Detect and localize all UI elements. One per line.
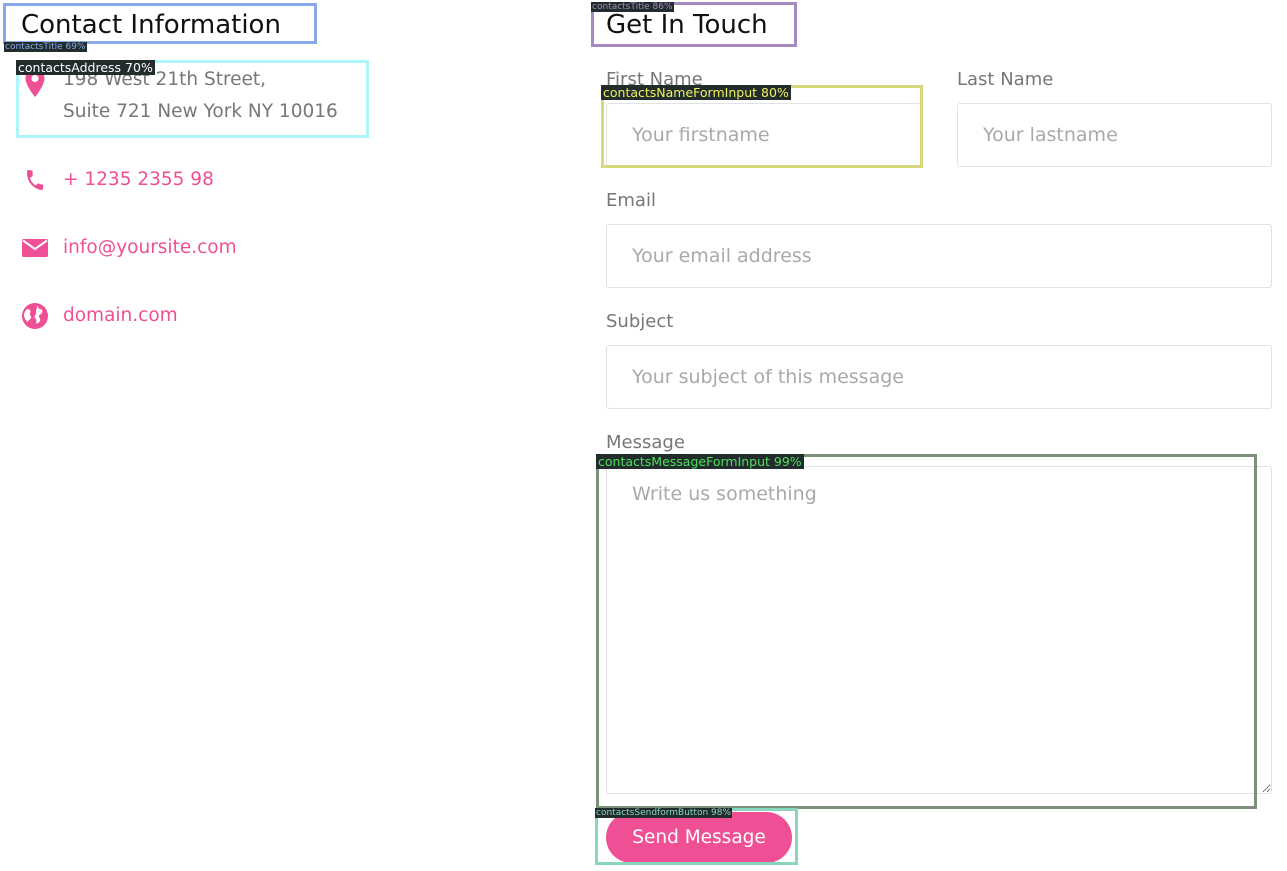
last-name-label: Last Name	[957, 69, 1054, 90]
send-message-button[interactable]: Send Message	[606, 812, 792, 863]
contact-website-row	[18, 299, 52, 333]
envelope-icon	[18, 231, 52, 265]
globe-icon	[18, 299, 52, 333]
contact-phone-row	[18, 163, 52, 197]
address-line-2: Suite 721 New York NY 10016	[63, 101, 338, 122]
detection-tag-name-input: contactsNameFormInput 80%	[601, 85, 791, 100]
phone-icon	[18, 163, 52, 197]
form-title: Get In Touch	[606, 10, 768, 40]
email-link[interactable]: info@yoursite.com	[63, 232, 237, 264]
subject-label: Subject	[606, 311, 674, 332]
detection-tag-send-button: contactsSendformButton 98%	[595, 808, 733, 818]
message-label: Message	[606, 432, 685, 453]
detection-tag-message-input: contactsMessageFormInput 99%	[596, 454, 804, 469]
website-link[interactable]: domain.com	[63, 300, 178, 332]
email-input[interactable]	[606, 224, 1272, 288]
detection-tag-contacts-title-right: contactsTitle 86%	[591, 2, 674, 12]
detection-tag-contacts-address: contactsAddress 70%	[16, 60, 155, 75]
detection-tag-contacts-title-left: contactsTitle 69%	[4, 42, 87, 52]
contact-info-title: Contact Information	[21, 10, 281, 40]
message-textarea[interactable]	[606, 466, 1272, 794]
subject-input[interactable]	[606, 345, 1272, 409]
last-name-input[interactable]	[957, 103, 1272, 167]
contact-email-row	[18, 231, 52, 265]
phone-link[interactable]: + 1235 2355 98	[63, 164, 214, 196]
first-name-input[interactable]	[606, 103, 921, 167]
email-label: Email	[606, 190, 656, 211]
